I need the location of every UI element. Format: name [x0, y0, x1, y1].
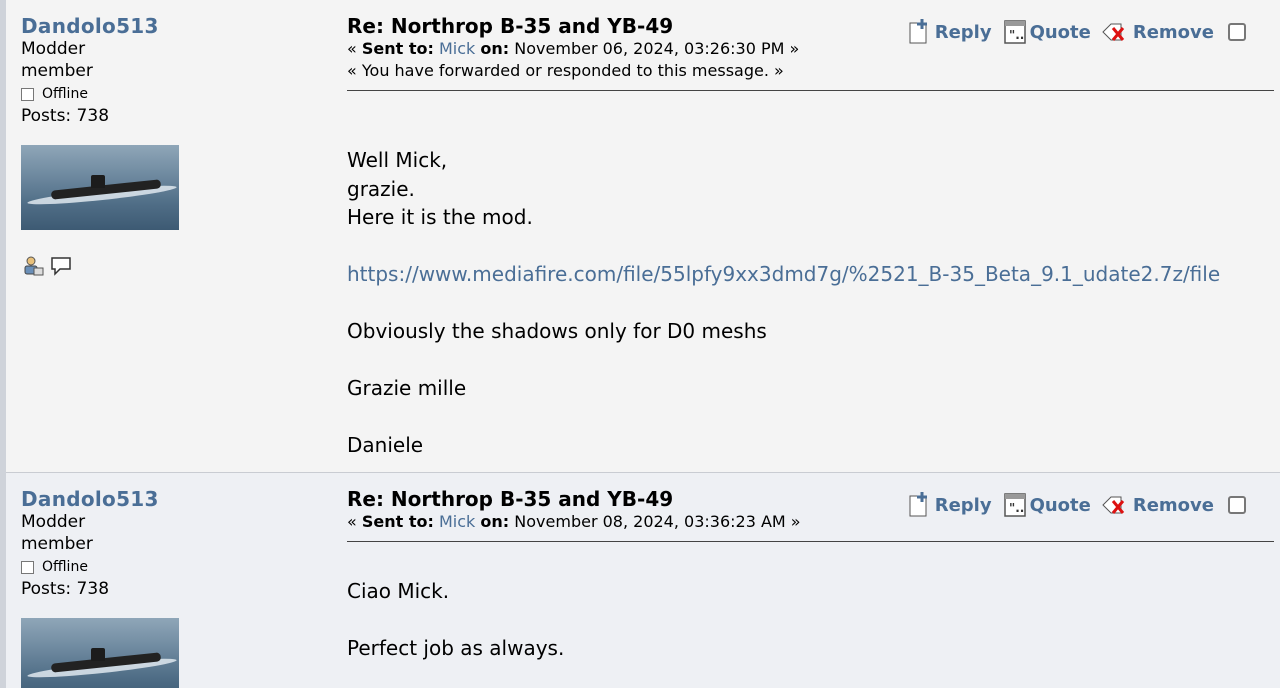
quote-button[interactable]: ".. Quote — [1002, 491, 1091, 519]
poster-group: Modder member — [21, 39, 93, 81]
poster-icons — [21, 254, 321, 278]
offline-icon — [21, 560, 34, 574]
poster-info: Dandolo513 Modder member Offline Posts: 7… — [21, 14, 321, 278]
offline-icon — [21, 87, 34, 101]
header-divider — [347, 541, 1274, 542]
reply-icon — [909, 492, 927, 517]
reply-button[interactable]: Reply — [907, 18, 992, 46]
remove-icon — [1102, 496, 1125, 514]
poster-name[interactable]: Dandolo513 — [21, 14, 321, 38]
recipient-link[interactable]: Mick — [439, 39, 475, 58]
body-line: Well Mick, — [347, 148, 448, 172]
recipient-link[interactable]: Mick — [439, 512, 475, 531]
poster-name[interactable]: Dandolo513 — [21, 487, 321, 511]
message-header: Re: Northrop B-35 and YB-49 « Sent to: M… — [347, 487, 1274, 542]
body-line: Grazie mille — [347, 376, 467, 400]
reply-button[interactable]: Reply — [907, 491, 992, 519]
message-body: Ciao Mick. Perfect job as always. — [347, 577, 1274, 663]
online-status: Offline — [21, 557, 321, 577]
reply-icon — [909, 19, 927, 44]
message-actions: Reply ".. Quote Remove — [907, 491, 1246, 519]
avatar — [21, 618, 179, 688]
body-line: Perfect job as always. — [347, 636, 565, 660]
poster-group: Modder member — [21, 512, 93, 554]
body-line — [347, 232, 1274, 261]
body-line: Obviously the shadows only for D0 meshs — [347, 319, 767, 343]
message-header: Re: Northrop B-35 and YB-49 « Sent to: M… — [347, 14, 1274, 91]
poster-info: Dandolo513 Modder member Offline Posts: 7… — [21, 487, 321, 688]
quote-icon: ".. — [1003, 20, 1026, 44]
body-line: Ciao Mick. — [347, 579, 450, 603]
profile-icon[interactable] — [21, 254, 45, 278]
personal-message-icon[interactable] — [49, 254, 73, 278]
message-2: Dandolo513 Modder member Offline Posts: 7… — [6, 472, 1280, 688]
online-status: Offline — [21, 84, 321, 104]
message-body: Well Mick, grazie. Here it is the mod. h… — [347, 146, 1274, 460]
body-line — [347, 346, 1274, 375]
remove-button[interactable]: Remove — [1101, 491, 1214, 519]
message-1: Dandolo513 Modder member Offline Posts: 7… — [6, 0, 1280, 472]
quote-button[interactable]: ".. Quote — [1002, 18, 1091, 46]
select-checkbox[interactable] — [1228, 23, 1246, 41]
body-line — [347, 289, 1274, 318]
post-count: Posts: 738 — [21, 106, 110, 126]
message-actions: Reply ".. Quote Remove — [907, 18, 1246, 46]
body-line: grazie. — [347, 176, 415, 201]
select-checkbox[interactable] — [1228, 496, 1246, 514]
message-meta: « Sent to: Mick on: November 08, 2024, 0… — [347, 512, 801, 531]
forward-note: « You have forwarded or responded to thi… — [347, 61, 784, 80]
remove-icon — [1102, 23, 1125, 41]
quote-icon: ".. — [1003, 493, 1026, 517]
pm-thread: Dandolo513 Modder member Offline Posts: 7… — [0, 0, 1280, 688]
body-line — [347, 606, 1274, 635]
body-line: Daniele — [347, 433, 424, 457]
message-meta: « Sent to: Mick on: November 06, 2024, 0… — [347, 39, 800, 58]
body-line: Here it is the mod. — [347, 205, 533, 229]
svg-text:"..: ".. — [1009, 501, 1024, 515]
header-divider — [347, 90, 1274, 91]
mediafire-link[interactable]: https://www.mediafire.com/file/55lpfy9xx… — [347, 260, 1274, 289]
remove-button[interactable]: Remove — [1101, 18, 1214, 46]
body-line — [347, 403, 1274, 432]
avatar — [21, 145, 179, 230]
post-count: Posts: 738 — [21, 579, 110, 599]
svg-text:"..: ".. — [1009, 28, 1024, 42]
